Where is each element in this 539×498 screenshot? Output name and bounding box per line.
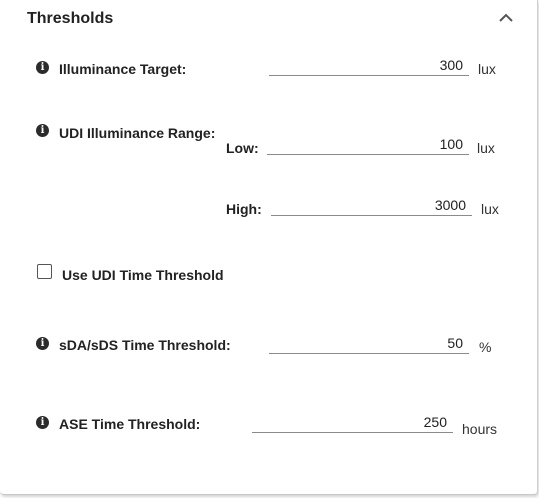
udi-time-threshold-label[interactable]: Use UDI Time Threshold	[62, 266, 224, 284]
info-icon[interactable]: i	[36, 416, 49, 429]
ase-threshold-label: ASE Time Threshold:	[59, 416, 201, 432]
udi-low-label: Low:	[226, 140, 259, 156]
info-icon[interactable]: i	[36, 61, 49, 74]
illuminance-target-field[interactable]	[269, 56, 469, 76]
udi-range-label: UDI Illuminance Range:	[59, 125, 216, 141]
udi-low-unit: lux	[477, 140, 495, 156]
section-title: Thresholds	[27, 10, 114, 27]
udi-time-threshold-checkbox[interactable]	[37, 264, 52, 279]
ase-threshold-input[interactable]	[252, 413, 447, 431]
ase-threshold-unit: hours	[462, 421, 498, 437]
illuminance-target-input[interactable]	[269, 56, 463, 74]
sda-sds-threshold-field[interactable]	[269, 334, 469, 354]
udi-high-unit: lux	[481, 201, 499, 217]
illuminance-target-label: Illuminance Target:	[59, 61, 187, 77]
chevron-up-icon[interactable]	[496, 8, 516, 28]
udi-high-label: High:	[226, 201, 262, 217]
udi-high-field[interactable]	[271, 196, 472, 216]
sda-sds-threshold-unit: %	[479, 339, 492, 355]
udi-high-input[interactable]	[271, 196, 466, 214]
info-icon[interactable]: i	[36, 124, 49, 137]
illuminance-target-unit: lux	[478, 61, 496, 77]
udi-low-field[interactable]	[267, 135, 469, 155]
info-icon[interactable]: i	[36, 337, 49, 350]
sda-sds-threshold-label: sDA/sDS Time Threshold:	[59, 337, 231, 353]
sda-sds-threshold-input[interactable]	[269, 334, 463, 352]
ase-threshold-field[interactable]	[252, 413, 453, 433]
udi-low-input[interactable]	[267, 135, 463, 153]
thresholds-panel: Thresholds i Illuminance Target: lux i U…	[0, 0, 538, 495]
